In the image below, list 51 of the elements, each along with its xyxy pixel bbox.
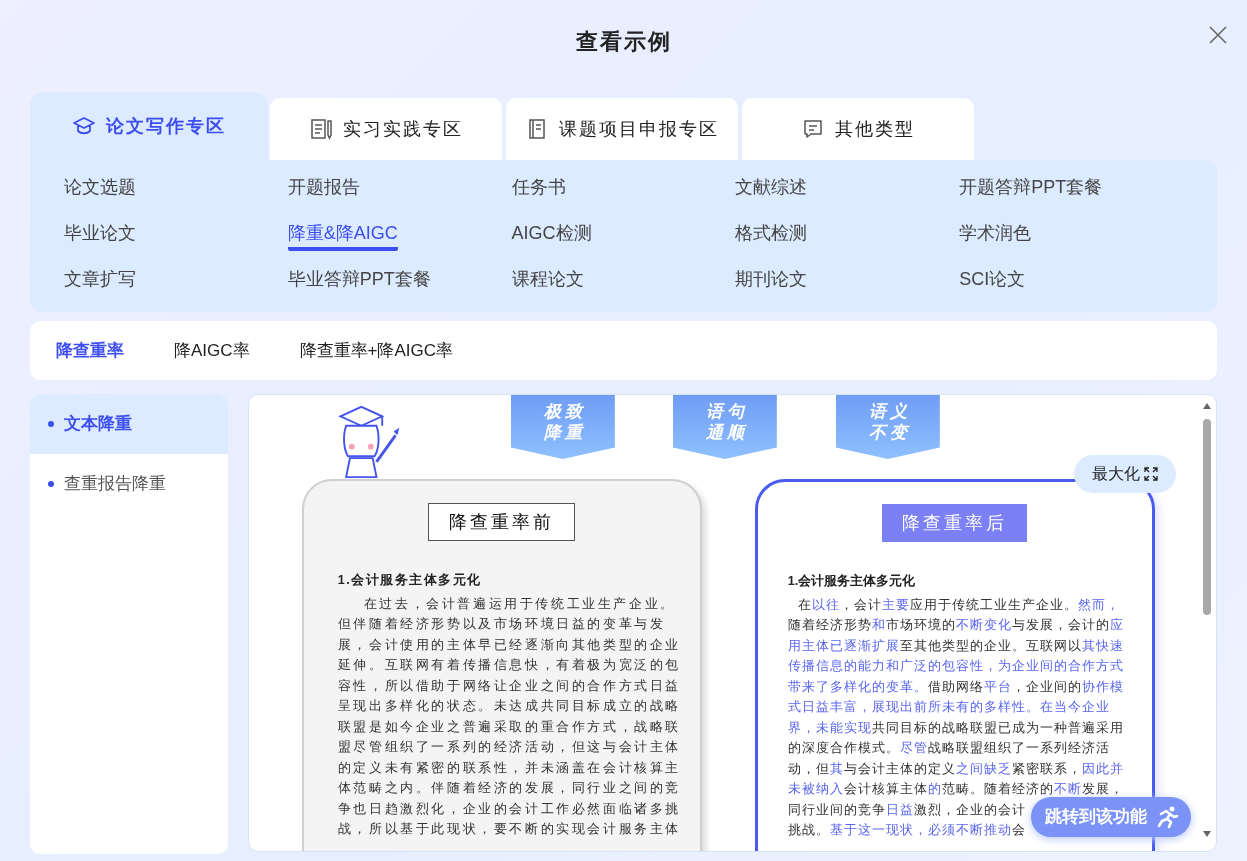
maximize-button[interactable]: 最大化 [1073,455,1176,493]
paragraph: 在过去，会计普遍运用于传统工业生产企业。但伴随着经济形势以及市场环境日益的变革与发展，会计使用的主体早已经逐渐向其他类型的企业延伸。互联网有着传播信息快，有着极为宽泛的包容性，所以借助于网络让企业之间的合作方式日益呈现出多样化的状态。未达成共同目标成立的战略联盟是如今企业之普遍采取的重合作方式，战略联盟尽管组织了一系列的经济活动，但这与会计主体的定义未有紧密的联系性，并未涵盖在会计核算主体范畴之内。伴随着经济的发展，同行业之间的竞争也日趋激烈化，企业的会计工作必然面临诸多挑战，所以基于此现状，要不断的实现会计服务主体 [337,594,683,839]
banner-text: 语句通顺 [704,401,748,443]
chat-icon [801,117,825,141]
text-line: 未被纳入会计核算主体的范畴。随着经济的不断发展， [787,781,1124,799]
document-icon [309,117,333,141]
category-link[interactable]: 降重&降AIGC [287,220,398,251]
expand-icon [1143,467,1158,481]
category-link[interactable]: 格式检测 [735,220,808,246]
category-link[interactable]: 毕业论文 [64,220,136,246]
bullet-icon [48,481,54,487]
category-link[interactable]: SCI论文 [959,266,1026,292]
category-link[interactable]: 任务书 [511,174,566,200]
text-line: 带来了多样化的变革。借助网络平台，企业间的协作模 [787,678,1124,696]
category-link[interactable]: 文章扩写 [64,266,136,292]
banner-text: 极致降重 [542,401,586,443]
card-title: 降查重率前 [428,503,576,541]
banner-text: 语义不变 [867,401,911,443]
sidebar-item[interactable]: 文本降重 [30,394,228,454]
text-line: 动，但其与会计主体的定义之间缺乏 紧密联系，因此并 [787,760,1124,778]
text-line: 同行业间的竞争 日益激烈，企业的会计 [787,801,1026,819]
category-link[interactable]: 论文选题 [64,174,136,200]
text-line: 的深度合作模式。尽管战略联盟组织了一系列经济活 [787,740,1110,758]
category-tab[interactable]: 实习实践专区 [270,98,502,160]
category-link[interactable]: 毕业答辩PPT套餐 [287,266,431,292]
category-link[interactable]: 开题报告 [287,174,360,200]
text-line: 式日益丰富，展现出前所未有的多样性。在当今企业 [787,699,1110,717]
category-link[interactable]: 开题答辩PPT套餐 [959,174,1103,200]
category-link[interactable]: 学术润色 [959,220,1032,246]
category-link[interactable]: 文献综述 [735,174,808,200]
text-line: 在以往，会计主要应用于传统工业生产企业。然而， [796,596,1120,614]
bullet-icon [48,421,54,427]
category-link[interactable]: AIGC检测 [511,220,592,246]
text-line: 挑战。基于这一现状，必须不断推动会 [787,822,1026,840]
category-tab[interactable]: 论文写作专区 [30,92,268,160]
dialog-title: 查看示例 [575,27,672,56]
category-tab[interactable]: 课题项目申报专区 [506,98,738,160]
text-line: 界，未能实现共同目标的战略联盟已成为一种普遍采用 [787,719,1124,737]
category-tab[interactable]: 其他类型 [742,98,974,160]
category-link[interactable]: 课程论文 [511,266,584,292]
text-line: 用主体已逐渐扩展至其他类型的企业。互联网以其快速 [787,637,1124,655]
sub-tab[interactable]: 降查重率 [56,337,124,364]
text-line: 随着经济形势和市场环境的不断变化与发展，会计的应 [787,617,1124,635]
section-heading: 1.会计服务主体多元化 [787,572,917,590]
section-heading: 1.会计服务主体多元化 [337,571,483,589]
card-title: 降查重率后 [882,504,1028,542]
category-link[interactable]: 期刊论文 [735,266,808,292]
close-icon[interactable] [1207,24,1229,46]
text-line: 传播信息的能力和广泛的包容性，为企业间的合作方式 [787,658,1124,676]
sub-tab[interactable]: 降AIGC率 [174,337,250,364]
sub-tab[interactable]: 降查重率+降AIGC率 [299,337,454,364]
